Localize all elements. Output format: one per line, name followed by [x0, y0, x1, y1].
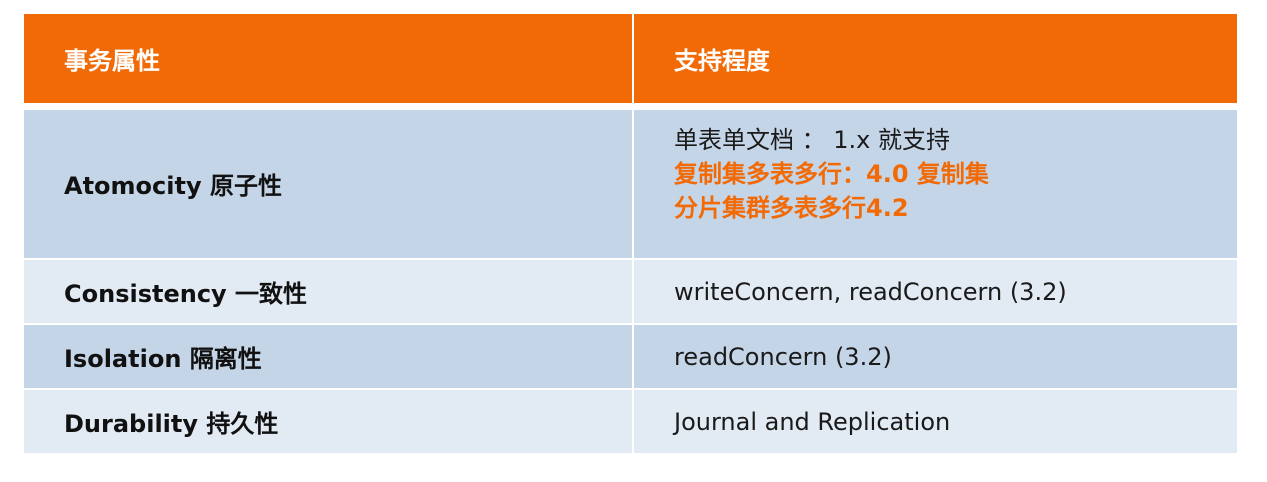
table-row-consistency: Consistency 一致性 writeConcern, readConcer…	[24, 258, 1237, 323]
cell-support: Journal and Replication	[632, 390, 1237, 453]
cell-property: Atomocity 原子性	[24, 110, 632, 258]
property-name: Atomocity 原子性	[64, 171, 282, 200]
support-line: readConcern (3.2)	[674, 342, 892, 371]
cell-support: readConcern (3.2)	[632, 325, 1237, 388]
property-name: Isolation 隔离性	[64, 345, 262, 373]
table-row-durability: Durability 持久性 Journal and Replication	[24, 388, 1237, 453]
cell-property: Consistency 一致性	[24, 260, 632, 323]
support-line-highlight: 复制集多表多行：4.0 复制集	[674, 160, 989, 188]
property-name: Durability 持久性	[64, 410, 279, 438]
property-name: Consistency 一致性	[64, 280, 308, 308]
cell-support: writeConcern, readConcern (3.2)	[632, 260, 1237, 323]
cell-property: Isolation 隔离性	[24, 325, 632, 388]
header-cell-property: 事务属性	[64, 47, 160, 75]
support-line: 单表单文档 ： 1.x 就支持	[674, 126, 950, 154]
transaction-properties-table: 事务属性 支持程度 Atomocity 原子性 单表单文档 ： 1.x 就支持 …	[24, 14, 1237, 453]
table-row-isolation: Isolation 隔离性 readConcern (3.2)	[24, 323, 1237, 388]
cell-support: 单表单文档 ： 1.x 就支持 复制集多表多行：4.0 复制集 分片集群多表多行…	[632, 110, 1237, 258]
support-line: Journal and Replication	[674, 407, 951, 436]
support-line-highlight: 分片集群多表多行4.2	[674, 194, 909, 222]
table-row-atomicity: Atomocity 原子性 单表单文档 ： 1.x 就支持 复制集多表多行：4.…	[24, 108, 1237, 258]
support-line: writeConcern, readConcern (3.2)	[674, 277, 1067, 306]
header-cell-support: 支持程度	[632, 14, 1237, 103]
cell-property: Durability 持久性	[24, 390, 632, 453]
table-header-row: 事务属性 支持程度	[24, 14, 1237, 108]
